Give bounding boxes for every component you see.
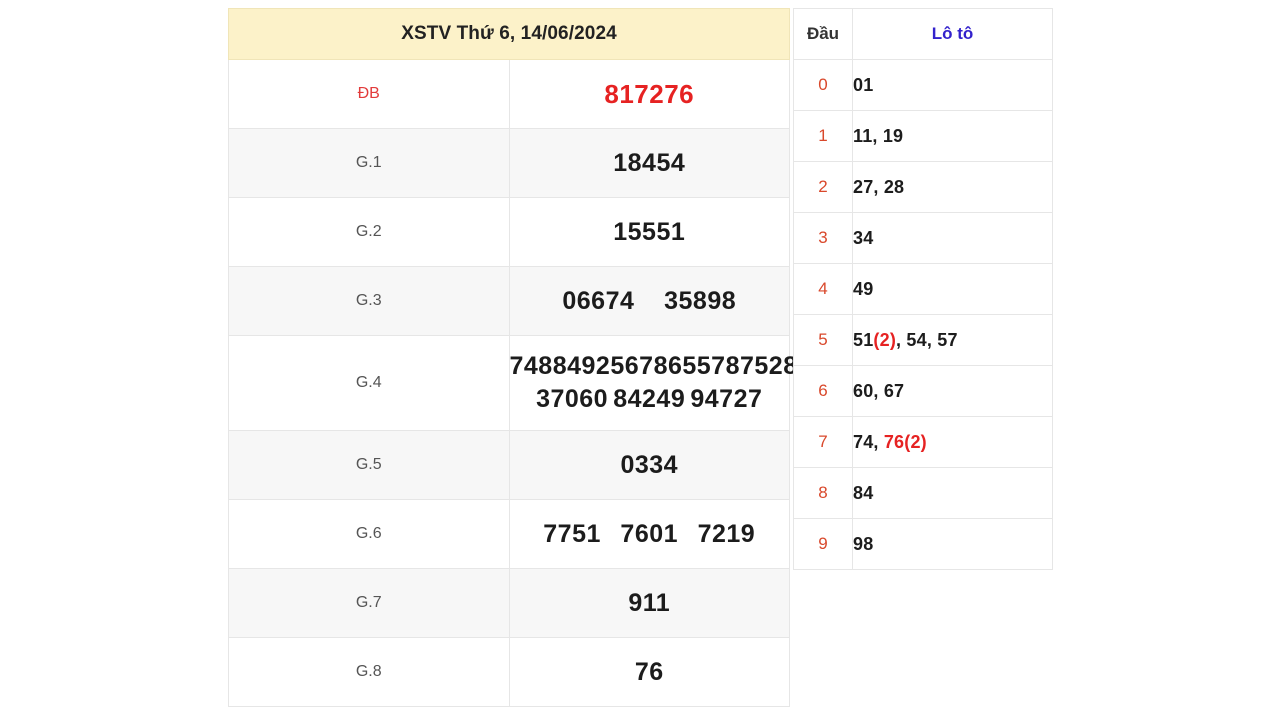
prize-row-g8: G.8 76 <box>228 637 790 707</box>
loto-values-7: 74, 76(2) <box>852 416 1053 468</box>
prize-label-g7: G.7 <box>228 568 510 638</box>
prize-label-g1: G.1 <box>228 128 510 198</box>
loto-dau-7: 7 <box>793 416 853 468</box>
loto-row-8: 8 84 <box>793 467 1053 519</box>
prize-row-g3: G.3 06674 35898 <box>228 266 790 336</box>
prize-label-g3: G.3 <box>228 266 510 336</box>
loto-dau-3: 3 <box>793 212 853 264</box>
prize-value-g3: 06674 35898 <box>508 266 790 336</box>
prize-row-g2: G.2 15551 <box>228 197 790 267</box>
loto-values-1: 11, 19 <box>852 110 1053 162</box>
prize-label-g4: G.4 <box>228 335 510 431</box>
g6-number-3: 7219 <box>697 519 756 548</box>
loto-values-0: 01 <box>852 59 1053 111</box>
prize-row-g1: G.1 18454 <box>228 128 790 198</box>
loto-value-1-text: 11, 19 <box>853 125 904 146</box>
g4-number-3: 86557 <box>653 352 726 380</box>
g6-number-group: 7751 7601 7219 <box>510 520 790 549</box>
g4-number-group-2: 37060 84249 94727 <box>510 383 790 416</box>
g3-number-group: 06674 35898 <box>510 287 790 316</box>
loto-dau-9: 9 <box>793 518 853 570</box>
loto-value-5-rest: , 54, 57 <box>896 329 958 350</box>
loto-value-9-text: 98 <box>853 533 874 554</box>
prize-value-g8: 76 <box>508 637 790 707</box>
prize-row-db: ĐB 817276 <box>228 59 790 129</box>
loto-row-0: 0 01 <box>793 59 1053 111</box>
loto-values-6: 60, 67 <box>852 365 1053 417</box>
prize-row-g4: G.4 74884 92567 86557 87528 37060 84249 … <box>228 335 798 431</box>
loto-header-loto: Lô tô <box>852 8 1053 60</box>
loto-dau-2: 2 <box>793 161 853 213</box>
loto-value-3-text: 34 <box>853 227 874 248</box>
g4-number-7: 94727 <box>690 385 763 413</box>
g4-line-2: 37060 84249 94727 <box>510 383 790 416</box>
screenshot-root: XSTV Thứ 6, 14/06/2024 ĐB 817276 G.1 184… <box>0 0 1280 720</box>
g3-number-1: 06674 <box>562 286 635 315</box>
loto-values-5: 51(2), 54, 57 <box>852 314 1053 366</box>
prize-row-g6: G.6 7751 7601 7219 <box>228 499 790 569</box>
loto-values-2: 27, 28 <box>852 161 1053 213</box>
loto-dau-4: 4 <box>793 263 853 315</box>
loto-row-4: 4 49 <box>793 263 1053 315</box>
prize-row-g7: G.7 911 <box>228 568 790 638</box>
prize-value-g5: 0334 <box>508 430 790 500</box>
loto-value-8-text: 84 <box>853 482 874 503</box>
loto-values-8: 84 <box>852 467 1053 519</box>
loto-values-3: 34 <box>852 212 1053 264</box>
loto-dau-5: 5 <box>793 314 853 366</box>
loto-dau-8: 8 <box>793 467 853 519</box>
prize-label-g6: G.6 <box>228 499 510 569</box>
g4-number-5: 37060 <box>536 385 609 413</box>
prize-label-g5: G.5 <box>228 430 510 500</box>
prize-value-g2: 15551 <box>508 197 790 267</box>
loto-header-row: Đầu Lô tô <box>793 8 1053 60</box>
loto-value-6-text: 60, 67 <box>853 380 905 401</box>
prize-label-db: ĐB <box>228 59 510 129</box>
g6-number-2: 7601 <box>620 519 679 548</box>
g4-number-group-1: 74884 92567 86557 87528 <box>509 350 798 383</box>
loto-value-2-text: 27, 28 <box>853 176 905 197</box>
prize-row-g5: G.5 0334 <box>228 430 790 500</box>
loto-summary-table: Đầu Lô tô 0 01 1 11, 19 2 27, 28 3 34 4 … <box>793 8 1053 570</box>
loto-row-5: 5 51(2), 54, 57 <box>793 314 1053 366</box>
loto-value-0-text: 01 <box>853 74 874 95</box>
loto-value-7-highlight: 76(2) <box>883 431 927 452</box>
results-title: XSTV Thứ 6, 14/06/2024 <box>228 8 790 60</box>
prize-value-g7: 911 <box>508 568 790 638</box>
prize-label-g8: G.8 <box>228 637 510 707</box>
prize-value-g6: 7751 7601 7219 <box>508 499 790 569</box>
loto-values-4: 49 <box>852 263 1053 315</box>
g4-number-2: 92567 <box>581 352 654 380</box>
g6-number-1: 7751 <box>543 519 601 548</box>
g4-number-4: 87528 <box>725 352 798 380</box>
loto-header-dau: Đầu <box>793 8 853 60</box>
prize-value-g1: 18454 <box>508 128 790 198</box>
loto-value-5-repeat-badge: (2) <box>873 329 897 350</box>
loto-dau-6: 6 <box>793 365 853 417</box>
loto-value-5-base: 51 <box>853 329 874 350</box>
loto-value-4-text: 49 <box>853 278 874 299</box>
results-header-row: XSTV Thứ 6, 14/06/2024 <box>228 8 790 60</box>
loto-dau-0: 0 <box>793 59 853 111</box>
prize-value-g4: 74884 92567 86557 87528 37060 84249 9472… <box>508 335 798 431</box>
g4-number-1: 74884 <box>509 352 582 380</box>
loto-dau-1: 1 <box>793 110 853 162</box>
lottery-results-table: XSTV Thứ 6, 14/06/2024 ĐB 817276 G.1 184… <box>228 8 798 707</box>
loto-values-9: 98 <box>852 518 1053 570</box>
loto-row-9: 9 98 <box>793 518 1053 570</box>
prize-value-db: 817276 <box>508 59 790 129</box>
prize-label-g2: G.2 <box>228 197 510 267</box>
loto-row-7: 7 74, 76(2) <box>793 416 1053 468</box>
loto-row-1: 1 11, 19 <box>793 110 1053 162</box>
loto-value-7-base: 74, <box>853 431 884 452</box>
loto-row-2: 2 27, 28 <box>793 161 1053 213</box>
g4-number-6: 84249 <box>613 385 686 413</box>
loto-row-3: 3 34 <box>793 212 1053 264</box>
g4-line-1: 74884 92567 86557 87528 <box>509 350 798 383</box>
g3-number-2: 35898 <box>664 286 737 315</box>
loto-row-6: 6 60, 67 <box>793 365 1053 417</box>
